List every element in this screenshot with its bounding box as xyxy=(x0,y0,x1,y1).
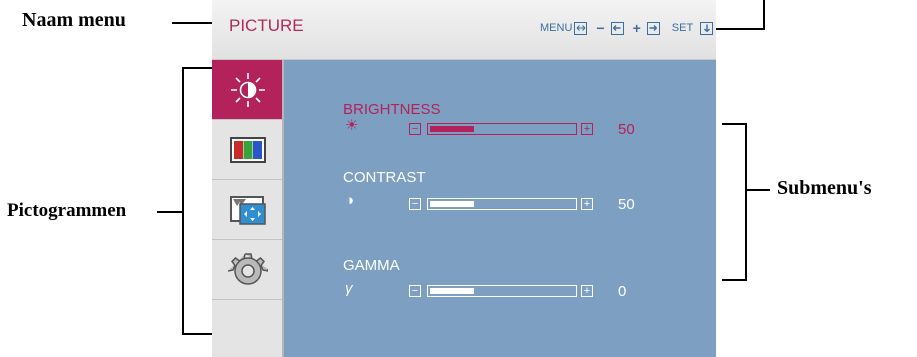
set-key-label: SET xyxy=(671,22,694,34)
brightness-value: 50 xyxy=(618,121,635,138)
bracket-submenus-bottom xyxy=(722,279,746,281)
sidebar-item-color[interactable] xyxy=(212,120,284,180)
leader-line-submenus xyxy=(746,189,770,191)
bracket-icons-bottom xyxy=(182,333,212,335)
submenu-label-contrast[interactable]: CONTRAST xyxy=(343,169,426,186)
gamma-slider-fill xyxy=(430,288,474,294)
minus-key[interactable]: − xyxy=(596,20,604,36)
submenu-label-gamma[interactable]: GAMMA xyxy=(343,257,400,274)
plus-key[interactable]: + xyxy=(633,20,641,36)
callout-menu-name: Naam menu xyxy=(22,9,126,31)
sidebar-item-picture[interactable] xyxy=(212,60,284,120)
bracket-submenus-vertical xyxy=(745,123,747,281)
menu-key-label: MENU xyxy=(540,22,573,34)
gamma-value: 0 xyxy=(618,283,627,300)
gamma-symbol-icon: γ xyxy=(345,280,353,297)
contrast-minus-button[interactable]: − xyxy=(409,198,421,210)
menu-key-icon[interactable] xyxy=(574,21,588,35)
contrast-plus-button[interactable]: + xyxy=(581,198,593,210)
bracket-icons-vertical xyxy=(182,67,184,335)
brightness-icon xyxy=(231,73,265,107)
contrast-slider-fill xyxy=(430,201,474,207)
brightness-plus-button[interactable]: + xyxy=(581,123,593,135)
gamma-plus-button[interactable]: + xyxy=(581,285,593,297)
set-key-icon[interactable] xyxy=(700,21,714,35)
bracket-submenus-top xyxy=(722,123,746,125)
sidebar-item-position[interactable] xyxy=(212,180,284,240)
menu-header: PICTURE MENU − + SET xyxy=(212,0,716,60)
leader-line-keys-horizontal xyxy=(716,28,764,30)
brightness-slider[interactable] xyxy=(427,123,577,135)
sidebar-item-settings[interactable] xyxy=(212,240,284,300)
brightness-minus-button[interactable]: − xyxy=(409,123,421,135)
right-arrow-key-icon[interactable] xyxy=(646,21,660,35)
callout-icons: Pictogrammen xyxy=(7,200,127,221)
left-arrow-key-icon[interactable] xyxy=(610,21,624,35)
control-keys: MENU − + SET xyxy=(540,20,714,36)
color-bars-icon xyxy=(230,137,266,163)
sidebar-divider xyxy=(282,60,284,357)
bracket-icons-top xyxy=(182,67,212,69)
gamma-minus-button[interactable]: − xyxy=(409,285,421,297)
icon-sidebar xyxy=(212,60,284,357)
gamma-slider[interactable] xyxy=(427,285,577,297)
screen-position-icon xyxy=(230,196,266,225)
contrast-slider[interactable] xyxy=(427,198,577,210)
contrast-symbol-icon: ◑ xyxy=(345,192,355,209)
menu-title: PICTURE xyxy=(229,16,304,35)
gear-icon xyxy=(228,253,268,285)
leader-line-menu-name xyxy=(172,22,212,24)
osd-menu: PICTURE MENU − + SET BRIGHTNESS ☀ − + 50… xyxy=(212,0,716,357)
leader-line-icons xyxy=(157,211,183,213)
contrast-value: 50 xyxy=(618,196,635,213)
brightness-slider-fill xyxy=(430,126,474,132)
callout-submenus: Submenu's xyxy=(777,177,872,199)
brightness-symbol-icon: ☀ xyxy=(345,117,359,134)
leader-line-keys-vertical xyxy=(763,0,765,30)
